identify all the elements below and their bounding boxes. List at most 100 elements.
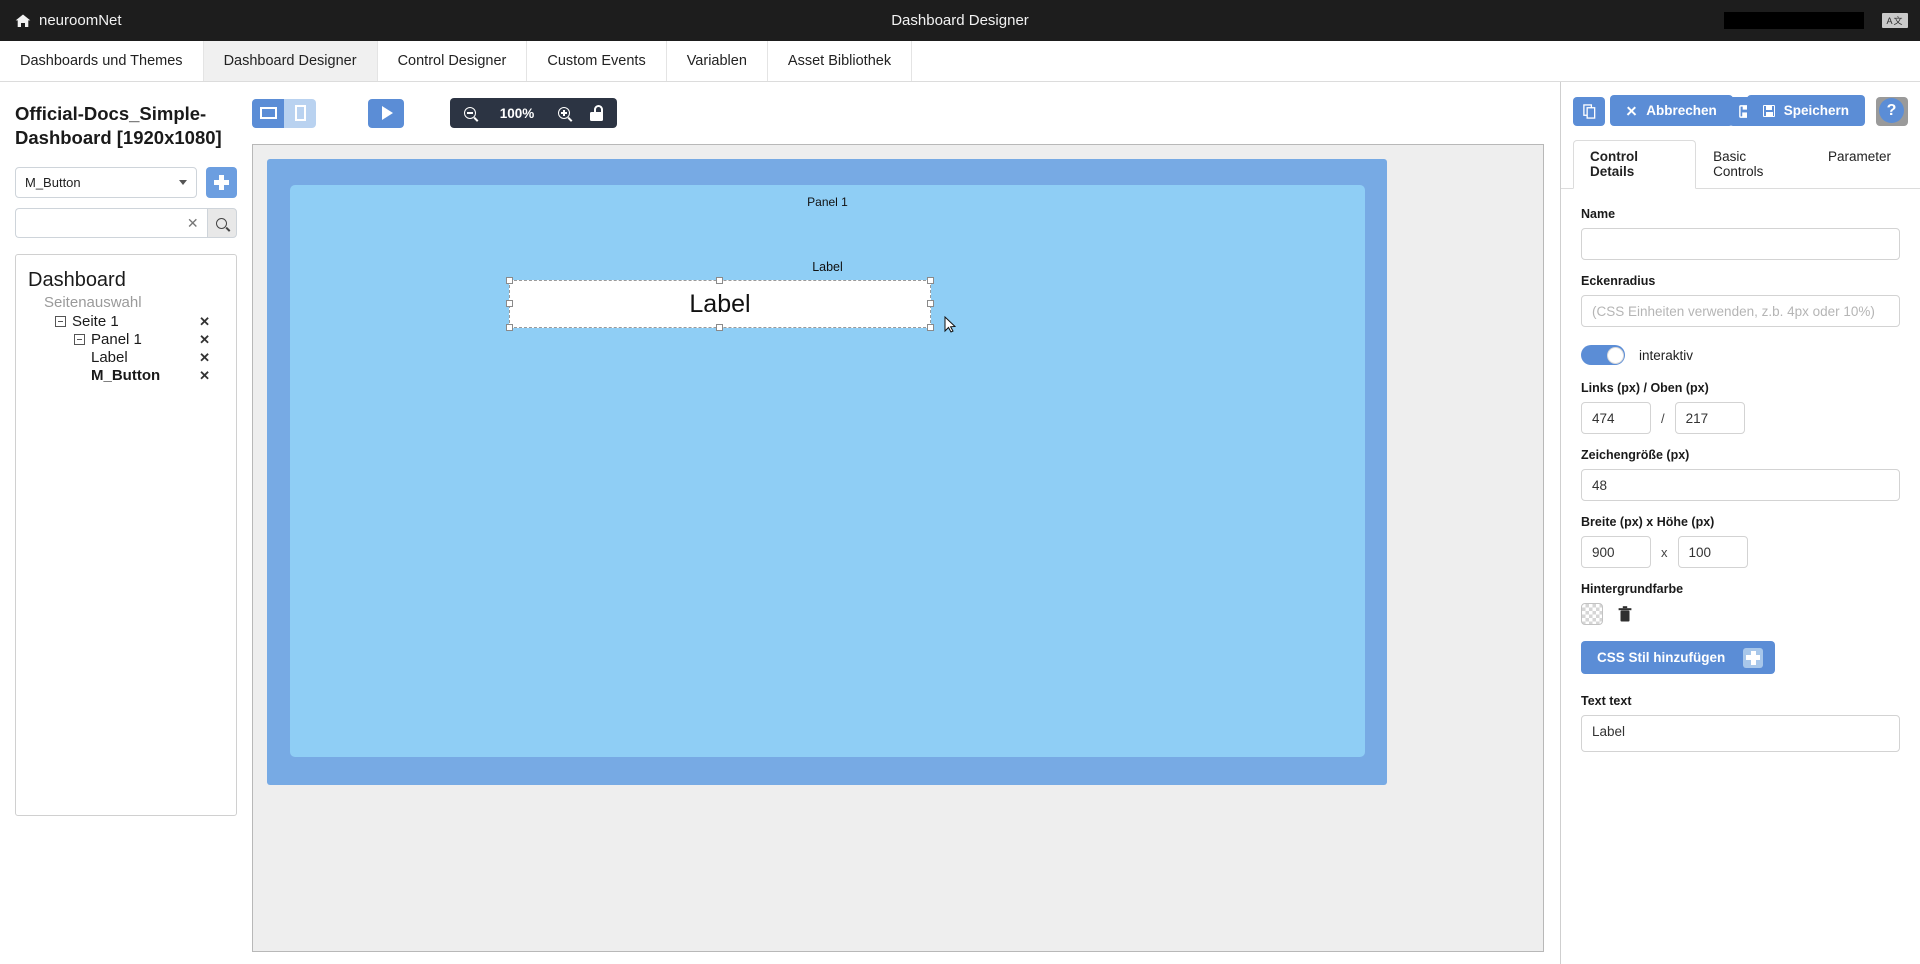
- panel-caption: Panel 1: [290, 195, 1365, 209]
- interaktiv-label: interaktiv: [1639, 348, 1693, 363]
- panel-1[interactable]: Panel 1 Label Label: [290, 185, 1365, 757]
- control-type-select[interactable]: M_Button: [15, 167, 197, 198]
- tab-asset-bibliothek[interactable]: Asset Bibliothek: [768, 41, 912, 81]
- add-control-button[interactable]: [206, 167, 237, 198]
- close-x-icon[interactable]: ✕: [199, 351, 210, 364]
- resize-handle-middle-left[interactable]: [506, 300, 513, 307]
- height-field[interactable]: [1678, 536, 1748, 568]
- language-flag-icon[interactable]: A文: [1882, 13, 1908, 28]
- transparent-swatch-icon[interactable]: [1581, 603, 1603, 625]
- unlock-icon[interactable]: [590, 105, 603, 121]
- position-label: Links (px) / Oben (px): [1581, 381, 1900, 395]
- eckenradius-field[interactable]: [1581, 295, 1900, 327]
- selected-control-label[interactable]: Label: [509, 280, 931, 328]
- zoom-out-icon[interactable]: [464, 107, 476, 119]
- trash-icon[interactable]: [1617, 605, 1633, 623]
- tab-custom-events[interactable]: Custom Events: [527, 41, 666, 81]
- width-field[interactable]: [1581, 536, 1651, 568]
- redacted-field: [1724, 12, 1864, 29]
- plus-icon: [1743, 648, 1763, 668]
- name-label: Name: [1581, 207, 1900, 221]
- properties-panel: Control Details Basic Controls Parameter…: [1560, 82, 1920, 964]
- preview-button[interactable]: [368, 99, 404, 128]
- tree-node-label: Seite 1: [72, 313, 119, 330]
- tree-node-panel-1[interactable]: Panel 1 ✕: [28, 331, 224, 348]
- resize-handle-bottom-center[interactable]: [716, 324, 723, 331]
- collapse-toggle-icon[interactable]: [74, 334, 85, 345]
- save-button[interactable]: Speichern: [1747, 95, 1865, 126]
- header-actions: Abbrechen Speichern ?: [1610, 95, 1904, 126]
- close-x-icon[interactable]: ✕: [199, 315, 210, 328]
- play-icon: [382, 106, 393, 120]
- zoom-in-icon[interactable]: [558, 107, 570, 119]
- position-separator: /: [1661, 411, 1665, 426]
- interaktiv-toggle[interactable]: [1581, 345, 1625, 365]
- tree-node-label-control[interactable]: Label ✕: [28, 349, 224, 366]
- tab-dashboard-designer[interactable]: Dashboard Designer: [204, 41, 378, 81]
- app-title: Dashboard Designer: [0, 12, 1920, 29]
- tree-node-label: Panel 1: [91, 331, 142, 348]
- size-separator: x: [1661, 545, 1668, 560]
- cancel-button[interactable]: Abbrechen: [1610, 95, 1733, 126]
- nav-tabs: Dashboards und Themes Dashboard Designer…: [0, 41, 1920, 82]
- chevron-down-icon: [179, 180, 187, 185]
- tab-control-designer[interactable]: Control Designer: [378, 41, 528, 81]
- add-css-style-button[interactable]: CSS Stil hinzufügen: [1581, 641, 1775, 674]
- label-caption: Label: [290, 260, 1365, 274]
- resize-handle-middle-right[interactable]: [927, 300, 934, 307]
- resize-handle-top-left[interactable]: [506, 277, 513, 284]
- zoom-level: 100%: [496, 106, 538, 121]
- sidebar: Official-Docs_Simple-Dashboard [1920x108…: [0, 82, 252, 964]
- view-orientation-toggle: [252, 99, 316, 128]
- page-title: Official-Docs_Simple-Dashboard [1920x108…: [15, 102, 237, 149]
- text-label: Text text: [1581, 694, 1900, 708]
- close-x-icon[interactable]: ✕: [199, 369, 210, 382]
- fontsize-field[interactable]: [1581, 469, 1900, 501]
- tab-variablen[interactable]: Variablen: [667, 41, 768, 81]
- tab-control-details[interactable]: Control Details: [1573, 140, 1696, 189]
- close-x-icon: [1626, 105, 1637, 116]
- fontsize-label: Zeichengröße (px): [1581, 448, 1900, 462]
- copy-icon: [1582, 104, 1597, 119]
- close-x-icon[interactable]: ✕: [199, 333, 210, 346]
- resize-handle-bottom-left[interactable]: [506, 324, 513, 331]
- brand[interactable]: neuroomNet: [0, 12, 122, 29]
- help-button[interactable]: ?: [1879, 98, 1904, 123]
- properties-form: Name Eckenradius interaktiv Links (px) /…: [1561, 189, 1920, 757]
- left-field[interactable]: [1581, 402, 1651, 434]
- tab-dashboards-und-themes[interactable]: Dashboards und Themes: [0, 41, 204, 81]
- tree-node-m-button[interactable]: M_Button ✕: [28, 367, 224, 384]
- name-field[interactable]: [1581, 228, 1900, 260]
- search-input[interactable]: [16, 209, 207, 237]
- search-button[interactable]: [207, 208, 237, 238]
- tree-node-label: Label: [91, 349, 128, 366]
- brand-label: neuroomNet: [39, 12, 122, 29]
- home-icon: [15, 13, 31, 29]
- copy-button[interactable]: [1573, 97, 1605, 126]
- eckenradius-label: Eckenradius: [1581, 274, 1900, 288]
- css-button-label: CSS Stil hinzufügen: [1597, 650, 1725, 665]
- dashboard-page[interactable]: Panel 1 Label Label: [267, 159, 1387, 785]
- properties-tabs: Control Details Basic Controls Parameter: [1561, 140, 1920, 189]
- resize-handle-bottom-right[interactable]: [927, 324, 934, 331]
- resize-handle-top-center[interactable]: [716, 277, 723, 284]
- landscape-view-button[interactable]: [252, 99, 284, 128]
- tree-node-label: M_Button: [91, 367, 160, 384]
- top-bar-right: A文: [1724, 0, 1908, 41]
- collapse-toggle-icon[interactable]: [55, 316, 66, 327]
- tree-root-label: Dashboard: [28, 269, 224, 292]
- selected-control-text: Label: [689, 290, 750, 319]
- clear-x-icon[interactable]: ✕: [187, 216, 199, 230]
- tree-node-seite-1[interactable]: Seite 1 ✕: [28, 313, 224, 330]
- canvas-viewport[interactable]: Panel 1 Label Label: [252, 144, 1544, 952]
- text-textarea[interactable]: [1581, 715, 1900, 752]
- control-type-value: M_Button: [25, 175, 81, 190]
- interaktiv-row: interaktiv: [1581, 345, 1900, 365]
- resize-handle-top-right[interactable]: [927, 277, 934, 284]
- tab-basic-controls[interactable]: Basic Controls: [1696, 140, 1811, 189]
- top-field[interactable]: [1675, 402, 1745, 434]
- background-label: Hintergrundfarbe: [1581, 582, 1900, 596]
- save-label: Speichern: [1784, 103, 1849, 118]
- portrait-view-button[interactable]: [284, 99, 316, 128]
- tab-parameter[interactable]: Parameter: [1811, 140, 1908, 189]
